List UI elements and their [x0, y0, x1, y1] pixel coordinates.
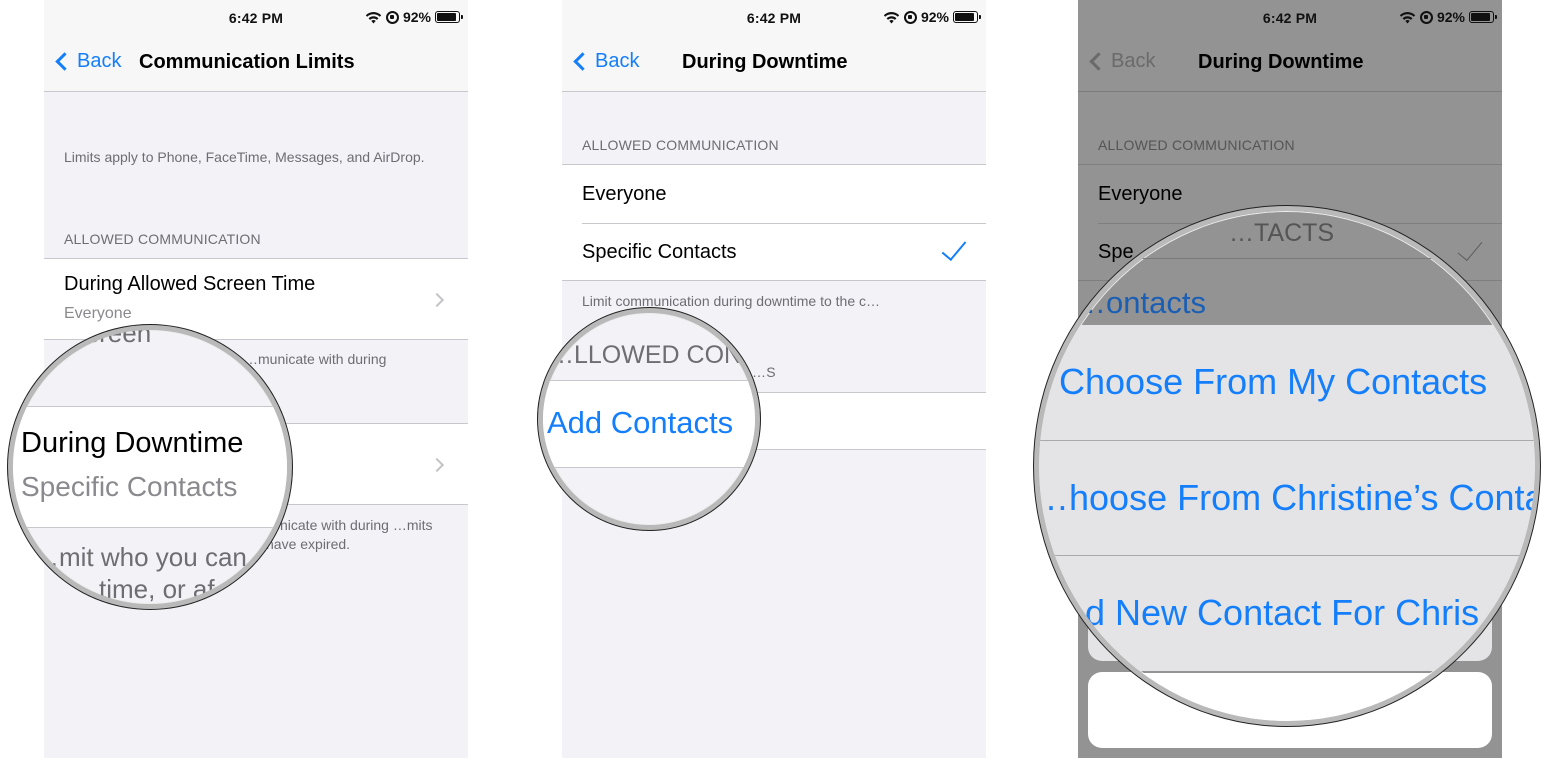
- back-label: Back: [1111, 50, 1156, 72]
- cell-value: Everyone: [64, 305, 132, 322]
- navigation-bar: Back Communication Limits: [44, 36, 468, 92]
- mag-cell-title: During Downtime: [21, 427, 244, 459]
- mag-footnote-line2: …time, or af…: [73, 574, 241, 604]
- section-header: ALLOWED COMMUNICATION: [1098, 137, 1295, 153]
- chevron-right-icon: [429, 292, 445, 308]
- status-bar: 6:42 PM 92%: [44, 0, 468, 36]
- mag-cancel-button[interactable]: [1087, 673, 1487, 721]
- page-title: Communication Limits: [139, 51, 355, 73]
- magnifier-add-contacts: …LLOWED CON… Add Contacts: [538, 308, 760, 530]
- chevron-left-icon: [55, 52, 74, 71]
- magnifier-action-sheet: …TACTS …ontacts Choose From My Contacts …: [1034, 206, 1540, 726]
- section-header: ALLOWED COMMUNICATION: [582, 137, 779, 153]
- back-button[interactable]: Back: [570, 50, 639, 73]
- page-title: During Downtime: [1198, 51, 1364, 73]
- mag-cell-value: Specific Contacts: [21, 471, 238, 502]
- chevron-right-icon: [429, 457, 445, 473]
- mag-header-fragment: …TACTS: [1229, 219, 1335, 247]
- option-label: Specific Contacts: [582, 241, 737, 263]
- orientation-lock-icon: [903, 10, 917, 24]
- battery-icon: [953, 11, 981, 23]
- battery-percent: 92%: [1436, 9, 1465, 25]
- back-button[interactable]: Back: [1086, 50, 1155, 73]
- option-label: Everyone: [582, 183, 667, 205]
- separator: [1039, 258, 1535, 259]
- section-header: ALLOWED COMMUNICATION: [64, 231, 261, 247]
- mag-add-contacts-cell[interactable]: Add Contacts: [543, 380, 755, 468]
- option-label: Everyone: [1098, 183, 1183, 205]
- action-choose-from-christines-contacts[interactable]: …hoose From Christine’s Contac…: [1039, 441, 1535, 555]
- orientation-lock-icon: [385, 10, 399, 24]
- wifi-icon: [883, 11, 900, 23]
- magnifier-during-downtime: …ed screen During Downtime Specific Cont…: [8, 325, 292, 609]
- navigation-bar: Back During Downtime: [1078, 36, 1502, 92]
- wifi-icon: [365, 11, 382, 23]
- chevron-left-icon: [573, 52, 592, 71]
- mag-action-sheet: Choose From My Contacts …hoose From Chri…: [1039, 325, 1535, 671]
- page-title: During Downtime: [682, 51, 848, 73]
- option-everyone[interactable]: Everyone: [562, 165, 986, 223]
- status-bar: 6:42 PM 92%: [1078, 0, 1502, 36]
- action-label: …d New Contact For Chris…: [1049, 592, 1516, 633]
- action-label: …hoose From Christine’s Contac…: [1034, 477, 1535, 518]
- mag-footnote-line1: …mit who you can: [33, 542, 247, 572]
- battery-percent: 92%: [920, 9, 949, 25]
- battery-icon: [435, 11, 463, 23]
- action-choose-from-my-contacts[interactable]: Choose From My Contacts: [1039, 325, 1535, 440]
- checkmark-icon: [941, 234, 967, 262]
- wifi-icon: [1399, 11, 1416, 23]
- action-add-new-contact-for-christine[interactable]: …d New Contact For Chris…: [1039, 556, 1535, 671]
- battery-percent: 92%: [402, 9, 431, 25]
- chevron-left-icon: [1089, 52, 1108, 71]
- mag-cell: During Downtime Specific Contacts: [13, 406, 287, 528]
- mag-header-fragment: …LLOWED CON…: [549, 341, 760, 369]
- option-specific-contacts[interactable]: Specific Contacts: [562, 224, 986, 282]
- cell-footnote: …nicate with during …mits have expired.: [266, 517, 433, 552]
- battery-icon: [1469, 11, 1497, 23]
- intro-footnote: Limits apply to Phone, FaceTime, Message…: [64, 149, 425, 165]
- navigation-bar: Back During Downtime: [562, 36, 986, 92]
- options-group: Everyone Specific Contacts: [562, 164, 986, 281]
- contacts-header-partial: …S: [752, 364, 776, 380]
- cell-during-allowed-screen-time[interactable]: During Allowed Screen Time Everyone: [44, 258, 468, 340]
- back-button[interactable]: Back: [52, 50, 121, 73]
- action-label: Choose From My Contacts: [1059, 361, 1488, 402]
- mag-behind-fragment: …ontacts: [1075, 285, 1206, 320]
- cell-title: During Allowed Screen Time: [64, 273, 316, 295]
- status-bar: 6:42 PM 92%: [562, 0, 986, 36]
- add-contacts-button[interactable]: Add Contacts: [547, 405, 733, 441]
- orientation-lock-icon: [1419, 10, 1433, 24]
- back-label: Back: [595, 50, 640, 72]
- back-label: Back: [77, 50, 122, 72]
